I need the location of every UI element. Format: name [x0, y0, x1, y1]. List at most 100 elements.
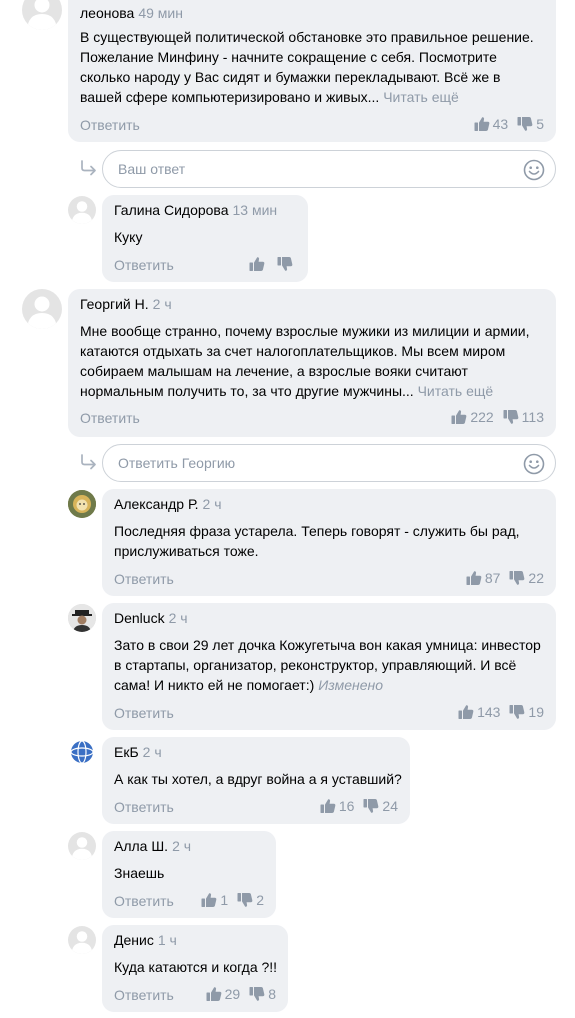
user-avatar[interactable]: [68, 196, 96, 224]
comment-denluck: Denluck 2 ч Зато в свои 29 лет дочка Кожу…: [0, 603, 575, 733]
thumbs-down-icon: [517, 116, 533, 132]
dislike-button[interactable]: 19: [509, 704, 544, 720]
comment-time[interactable]: 2 ч: [172, 838, 191, 854]
comment-bubble: Denluck 2 ч Зато в свои 29 лет дочка Кожу…: [102, 603, 556, 730]
vote-bar: 143 19: [458, 704, 544, 720]
reply-button[interactable]: Ответить: [80, 117, 140, 133]
user-avatar[interactable]: [22, 289, 62, 329]
dislike-button[interactable]: 24: [363, 798, 398, 814]
edited-label: Изменено: [318, 677, 383, 693]
dislike-button[interactable]: 5: [517, 116, 544, 132]
reply-button[interactable]: Ответить: [114, 705, 174, 721]
user-avatar[interactable]: [68, 832, 96, 860]
user-avatar-icon: [22, 289, 62, 329]
comment-text: Куку: [114, 229, 143, 245]
reply-input[interactable]: Ваш ответ: [102, 150, 556, 188]
comment-bubble: Денис 1 ч Куда катаются и когда ?!! Ответ…: [102, 925, 288, 1012]
dislike-button[interactable]: [277, 256, 296, 272]
comment-time[interactable]: 49 мин: [138, 5, 183, 21]
user-avatar[interactable]: [68, 738, 96, 766]
comment-time[interactable]: 2 ч: [203, 496, 222, 512]
vote-bar: 29 8: [206, 986, 276, 1002]
user-avatar[interactable]: [68, 490, 96, 518]
author-name[interactable]: Денис: [114, 932, 154, 948]
user-avatar[interactable]: [68, 926, 96, 954]
dislike-button[interactable]: 8: [249, 986, 276, 1002]
reply-button[interactable]: Ответить: [80, 410, 140, 426]
thumbs-up-icon: [320, 798, 336, 814]
comment-bubble: ЕкБ 2 ч А как ты хотел, а вдруг война а я…: [102, 737, 410, 824]
comment-time[interactable]: 2 ч: [169, 610, 188, 626]
comment-header: Денис 1 ч: [114, 932, 177, 948]
vote-bar: 87 22: [466, 570, 544, 586]
reply-placeholder: Ответить Георгию: [118, 455, 236, 471]
thumbs-up-icon: [206, 986, 222, 1002]
dislike-button[interactable]: 2: [237, 892, 264, 908]
user-avatar[interactable]: [68, 604, 96, 632]
comment-bubble: Георгий Н. 2 ч Мне вообще странно, почему…: [68, 289, 556, 437]
thumbs-up-icon: [458, 704, 474, 720]
reply-button[interactable]: Ответить: [114, 571, 174, 587]
comment-text: Зато в свои 29 лет дочка Кожугетыча вон …: [114, 637, 541, 693]
like-button[interactable]: 222: [451, 409, 494, 425]
dislike-button[interactable]: 113: [503, 409, 544, 425]
author-name[interactable]: Алла Ш.: [114, 838, 168, 854]
like-button[interactable]: 16: [320, 798, 354, 814]
smile-icon[interactable]: [523, 453, 545, 475]
user-avatar-icon: [68, 832, 96, 860]
reply-button[interactable]: Ответить: [114, 257, 174, 273]
reply-button[interactable]: Ответить: [114, 987, 174, 1003]
reply-button[interactable]: Ответить: [114, 799, 174, 815]
comment-header: ЕкБ 2 ч: [114, 744, 162, 760]
user-avatar-icon: [68, 926, 96, 954]
thumbs-up-icon: [249, 256, 265, 272]
comment-ekb: ЕкБ 2 ч А как ты хотел, а вдруг война а я…: [0, 737, 575, 827]
comment-header: Denluck 2 ч: [114, 610, 188, 626]
user-avatar-icon: [22, 0, 62, 30]
author-name[interactable]: леонова: [80, 5, 134, 21]
comment-alla: Алла Ш. 2 ч Знаешь Ответить 1 2: [0, 831, 575, 921]
read-more-link[interactable]: Читать ещё: [383, 89, 459, 105]
like-button[interactable]: [249, 256, 268, 272]
author-name[interactable]: Георгий Н.: [80, 296, 149, 312]
reply-input[interactable]: Ответить Георгию: [102, 444, 556, 482]
author-name[interactable]: Denluck: [114, 610, 165, 626]
thumbs-up-icon: [466, 570, 482, 586]
thumbs-down-icon: [363, 798, 379, 814]
like-button[interactable]: 29: [206, 986, 240, 1002]
comment-denis: Денис 1 ч Куда катаются и когда ?!! Ответ…: [0, 925, 575, 1015]
comment-text: В существующей политической обстановке э…: [80, 29, 534, 105]
comment-leonova: леонова 49 мин В существующей политическо…: [0, 0, 575, 142]
like-button[interactable]: 143: [458, 704, 500, 720]
comment-time[interactable]: 13 мин: [233, 202, 278, 218]
reply-arrow-icon: [80, 160, 98, 176]
thumbs-up-icon: [201, 892, 217, 908]
smile-icon[interactable]: [523, 159, 545, 181]
vote-bar: 1 2: [201, 892, 264, 908]
author-name[interactable]: Александр Р.: [114, 496, 199, 512]
author-name[interactable]: ЕкБ: [114, 744, 139, 760]
globe-avatar-icon: [70, 740, 94, 764]
comment-galina: Галина Сидорова 13 мин Куку Ответить: [0, 195, 575, 285]
thumbs-up-icon: [451, 409, 467, 425]
vote-bar: 43 5: [474, 116, 544, 132]
dislike-button[interactable]: 22: [509, 570, 544, 586]
user-avatar[interactable]: [22, 0, 62, 30]
read-more-link[interactable]: Читать ещё: [418, 383, 494, 399]
like-button[interactable]: 1: [201, 892, 228, 908]
thumbs-down-icon: [277, 256, 293, 272]
user-avatar-icon: [68, 196, 96, 224]
comment-time[interactable]: 2 ч: [143, 744, 162, 760]
author-name[interactable]: Галина Сидорова: [114, 202, 229, 218]
comment-bubble: Алла Ш. 2 ч Знаешь Ответить 1 2: [102, 831, 276, 918]
comment-header: леонова 49 мин: [80, 5, 183, 21]
comment-time[interactable]: 1 ч: [158, 932, 177, 948]
vote-bar: 16 24: [320, 798, 398, 814]
like-button[interactable]: 87: [466, 570, 500, 586]
comment-time[interactable]: 2 ч: [153, 296, 172, 312]
reply-button[interactable]: Ответить: [114, 893, 174, 909]
vote-bar: [249, 256, 296, 272]
like-button[interactable]: 43: [474, 116, 508, 132]
vote-bar: 222 113: [451, 409, 544, 425]
comment-bubble: Галина Сидорова 13 мин Куку Ответить: [102, 195, 308, 282]
